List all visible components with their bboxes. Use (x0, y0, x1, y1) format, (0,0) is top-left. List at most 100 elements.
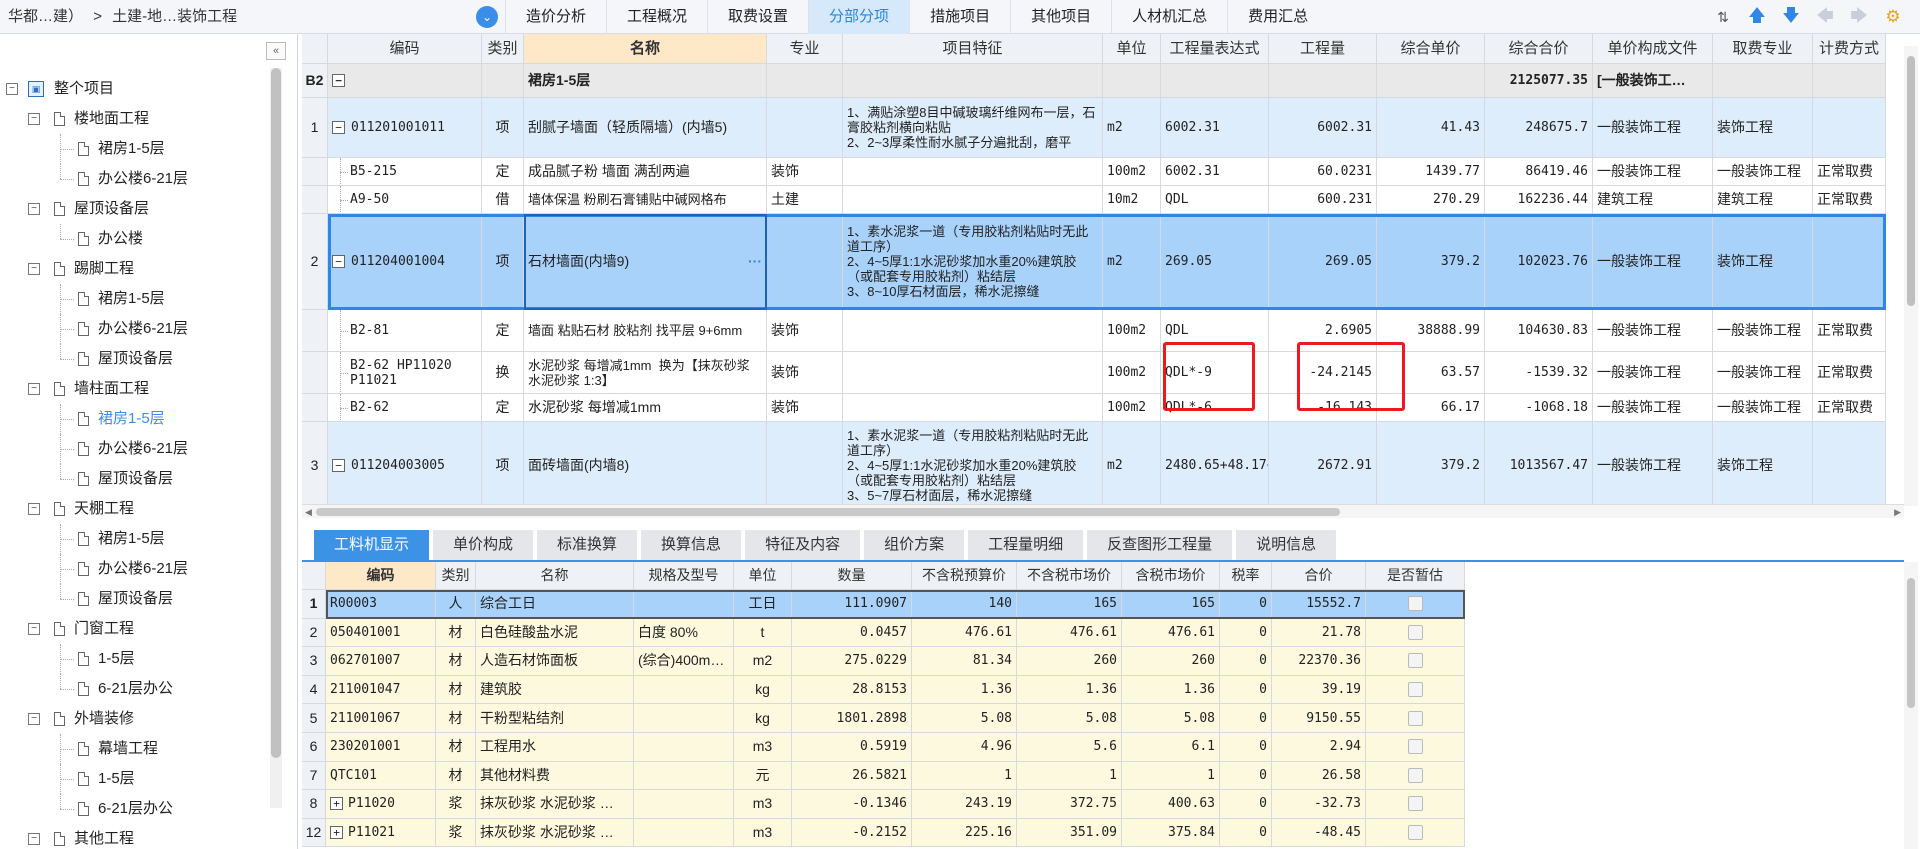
cell-code[interactable]: 230201001 (326, 733, 436, 762)
cell-unit[interactable]: m2 (1103, 214, 1161, 310)
provisional-checkbox[interactable] (1407, 653, 1423, 669)
cell-file[interactable]: 一般装饰工程 (1593, 394, 1713, 422)
cell-spec[interactable] (634, 733, 734, 762)
cell-expr[interactable]: 6002.31 (1161, 158, 1269, 186)
cell-total[interactable]: -1068.18 (1485, 394, 1593, 422)
cell-tax[interactable]: 0 (1220, 818, 1272, 848)
scroll-right-icon[interactable]: ▶ (1894, 505, 1901, 519)
cell-tax[interactable]: 0 (1220, 590, 1272, 619)
cell-fee[interactable] (1713, 64, 1813, 98)
cell-total[interactable]: 39.19 (1272, 675, 1366, 705)
column-header[interactable]: 数量 (792, 562, 912, 590)
cell-unit[interactable]: 100m2 (1103, 394, 1161, 422)
column-header[interactable]: 单位 (1103, 34, 1161, 64)
cell-spec[interactable] (767, 214, 843, 310)
cell-name[interactable]: 石材墙面(内墙9) ··· (524, 214, 767, 310)
cell-name[interactable]: 水泥砂浆 每增减1mm (524, 394, 767, 422)
cell-spec[interactable]: 白度 80% (634, 618, 734, 648)
cell-unit[interactable]: kg (734, 675, 792, 705)
cell-cat[interactable]: 材 (436, 761, 476, 791)
cell-p1[interactable]: 225.16 (912, 818, 1017, 848)
column-header[interactable]: 计费方式 (1813, 34, 1886, 64)
cell-cat[interactable]: 项 (482, 98, 524, 158)
collapse-icon[interactable]: − (332, 74, 345, 87)
items-hscroll-thumb[interactable] (316, 508, 1340, 516)
cell-p2[interactable]: 1 (1017, 761, 1122, 791)
cell-unit[interactable]: m2 (1103, 98, 1161, 158)
cell-name[interactable]: 白色硅酸盐水泥 (476, 618, 634, 648)
cell-code[interactable]: 211001047 (326, 675, 436, 705)
items-vertical-scrollbar[interactable] (1904, 46, 1918, 506)
cell-fee[interactable]: 一般装饰工程 (1713, 352, 1813, 394)
cell-cat[interactable]: 定 (482, 394, 524, 422)
column-header[interactable]: 单价构成文件 (1593, 34, 1713, 64)
cell-p1[interactable]: 1.36 (912, 675, 1017, 705)
cell-mode[interactable]: 正常取费 (1813, 394, 1886, 422)
column-header[interactable]: 取费专业 (1713, 34, 1813, 64)
provisional-checkbox[interactable] (1407, 739, 1423, 755)
chevron-down-icon[interactable]: ⌄ (476, 6, 498, 28)
cell-chk[interactable] (1366, 790, 1465, 819)
cell-tax[interactable]: 0 (1220, 790, 1272, 819)
cell-mode[interactable] (1813, 422, 1886, 510)
cell-p3[interactable]: 165 (1122, 590, 1220, 619)
cell-total[interactable]: 2.94 (1272, 733, 1366, 762)
column-header[interactable]: 合价 (1272, 562, 1366, 590)
cell-tax[interactable]: 0 (1220, 618, 1272, 648)
cell-cat[interactable]: 材 (436, 647, 476, 676)
cell-name[interactable]: 干粉型粘结剂 (476, 704, 634, 733)
cell-spec[interactable]: 装饰 (767, 310, 843, 352)
provisional-checkbox[interactable] (1407, 710, 1423, 726)
cell-unit[interactable]: kg (734, 704, 792, 733)
cell-price[interactable]: 1439.77 (1377, 158, 1485, 186)
cell-code[interactable]: + P11021 (326, 818, 436, 848)
collapse-icon[interactable]: − (28, 203, 40, 215)
cell-spec[interactable] (767, 422, 843, 510)
cell-qty[interactable]: 60.0231 (1269, 158, 1377, 186)
cell-fee[interactable]: 一般装饰工程 (1713, 394, 1813, 422)
cell-qty[interactable]: 275.0229 (792, 647, 912, 676)
cell-total[interactable]: -32.73 (1272, 790, 1366, 819)
cell-fee[interactable]: 一般装饰工程 (1713, 310, 1813, 352)
cell-name[interactable]: 裙房1-5层 (524, 64, 767, 98)
tree-node[interactable]: 6-21层办公 (0, 674, 270, 704)
column-header[interactable]: 类别 (482, 34, 524, 64)
cell-spec[interactable]: 装饰 (767, 158, 843, 186)
cell-total[interactable]: 104630.83 (1485, 310, 1593, 352)
detail-tab-1[interactable]: 单价构成 (433, 530, 534, 560)
cell-unit[interactable]: 100m2 (1103, 310, 1161, 352)
detail-tab-4[interactable]: 特征及内容 (745, 530, 861, 560)
tab-5[interactable]: 其他项目 (1010, 0, 1111, 34)
cell-qty[interactable]: 1801.2898 (792, 704, 912, 733)
cell-p2[interactable]: 351.09 (1017, 818, 1122, 848)
detail-tab-8[interactable]: 说明信息 (1236, 530, 1337, 560)
cell-spec[interactable] (634, 590, 734, 619)
cell-spec[interactable] (634, 790, 734, 819)
cell-p1[interactable]: 140 (912, 590, 1017, 619)
cell-p1[interactable]: 5.08 (912, 704, 1017, 733)
cell-unit[interactable]: 工日 (734, 590, 792, 619)
tree-node[interactable]: − 屋顶设备层 (0, 194, 270, 224)
collapse-icon[interactable]: − (28, 623, 40, 635)
cell-total[interactable]: 21.78 (1272, 618, 1366, 648)
items-vscroll-thumb[interactable] (1907, 56, 1915, 306)
cell-code[interactable]: B2-81 (328, 310, 482, 352)
cell-code[interactable]: B2-62 HP11020 P11021 (328, 352, 482, 394)
cell-chk[interactable] (1366, 590, 1465, 619)
cell-p2[interactable]: 372.75 (1017, 790, 1122, 819)
column-header[interactable] (302, 34, 328, 64)
cell-total[interactable]: 86419.46 (1485, 158, 1593, 186)
tree-node[interactable]: − 其他工程 (0, 824, 270, 849)
cell-p1[interactable]: 81.34 (912, 647, 1017, 676)
column-header[interactable]: 名称 (524, 34, 767, 64)
cell-p1[interactable]: 4.96 (912, 733, 1017, 762)
cell-unit[interactable]: 100m2 (1103, 352, 1161, 394)
arrow-up-icon[interactable]: 🡅 (1746, 3, 1768, 32)
cell-feature[interactable]: 1、素水泥浆一道（专用胶粘剂粘贴时无此道工序） 2、4~5厚1:1水泥砂浆加水重… (843, 214, 1103, 310)
cell-cat[interactable]: 项 (482, 214, 524, 310)
cell-total[interactable]: 248675.7 (1485, 98, 1593, 158)
cell-feature[interactable]: 1、满贴涂塑8目中碱玻璃纤维网布一层，石膏胶粘剂横向粘贴 2、2~3厚柔性耐水腻… (843, 98, 1103, 158)
cell-code[interactable]: + P11020 (326, 790, 436, 819)
collapse-icon[interactable]: − (332, 255, 345, 268)
tree-node[interactable]: 1-5层 (0, 764, 270, 794)
